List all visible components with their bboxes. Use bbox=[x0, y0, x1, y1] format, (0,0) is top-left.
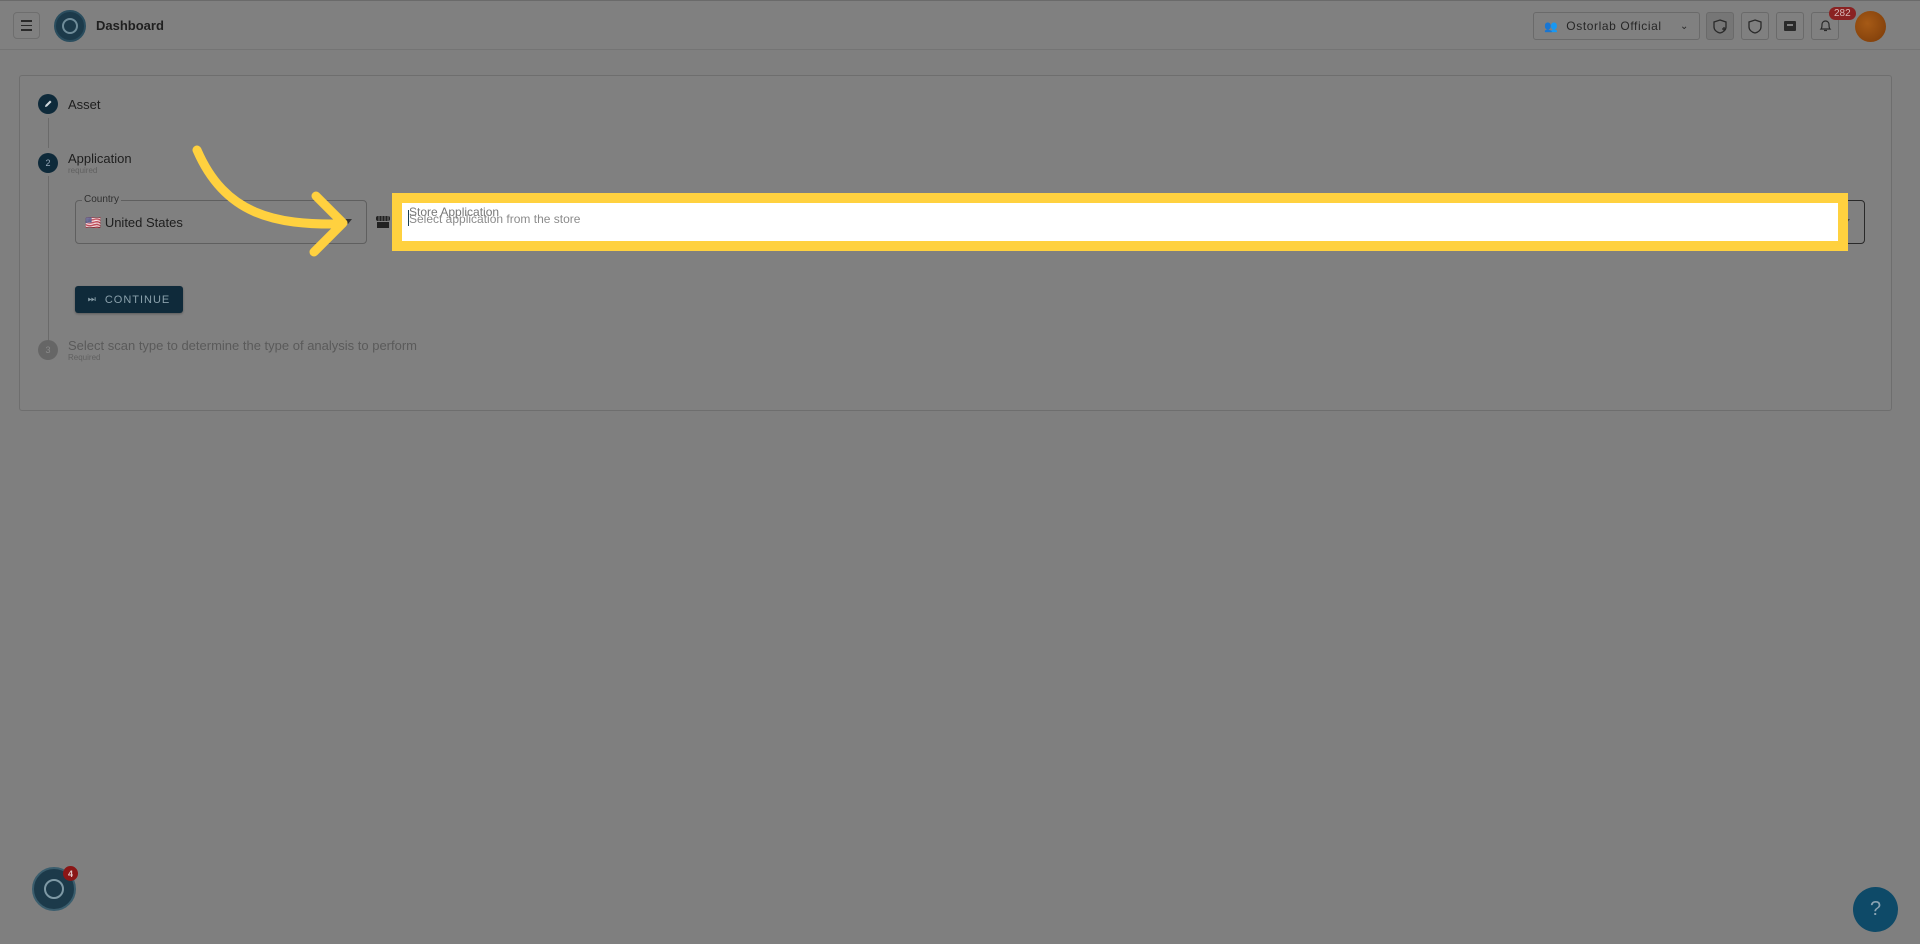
country-select[interactable]: Country 🇺🇸 United States bbox=[75, 194, 367, 244]
hamburger-icon bbox=[21, 19, 32, 33]
tickets-button[interactable] bbox=[1776, 12, 1804, 40]
notifications-badge: 282 bbox=[1829, 7, 1856, 20]
pencil-icon bbox=[45, 100, 52, 107]
continue-label: CONTINUE bbox=[104, 293, 171, 306]
store-application-input[interactable]: Store Application Select application fro… bbox=[402, 203, 1838, 241]
country-legend: Country bbox=[82, 194, 122, 205]
store-icon bbox=[375, 215, 391, 232]
ostorlab-logo[interactable] bbox=[54, 10, 86, 42]
user-avatar[interactable] bbox=[1855, 11, 1886, 42]
help-icon: ? bbox=[1869, 898, 1882, 920]
step-2-indicator: 2 bbox=[38, 153, 58, 173]
step-1-indicator bbox=[38, 94, 58, 114]
country-value-text: United States bbox=[104, 215, 183, 230]
security-button[interactable] bbox=[1741, 12, 1769, 40]
top-bar: Dashboard 👥 Ostorlab Official ⌄ 282 bbox=[0, 0, 1920, 50]
bell-icon bbox=[1819, 20, 1831, 32]
shield-icon bbox=[1748, 18, 1762, 34]
country-value: 🇺🇸 United States bbox=[85, 215, 183, 231]
step-2-sub: required bbox=[68, 166, 98, 175]
ticket-icon bbox=[1784, 21, 1796, 31]
page-title: Dashboard bbox=[96, 18, 164, 33]
group-icon: 👥 bbox=[1544, 20, 1559, 33]
us-flag-icon: 🇺🇸 bbox=[85, 215, 102, 230]
menu-button[interactable] bbox=[13, 12, 40, 39]
step-connector bbox=[48, 176, 49, 341]
highlight-annotation: Store Application Select application fro… bbox=[392, 193, 1848, 251]
help-button[interactable]: ? bbox=[1853, 887, 1898, 932]
dropdown-caret-icon bbox=[344, 219, 352, 224]
step-3-sub: Required bbox=[68, 353, 101, 362]
new-scan-icon bbox=[1713, 18, 1727, 34]
new-scan-button[interactable] bbox=[1706, 12, 1734, 40]
assistant-badge: 4 bbox=[63, 866, 78, 881]
skip-next-icon: ⏭ bbox=[87, 294, 97, 304]
continue-button[interactable]: ⏭ CONTINUE bbox=[75, 286, 183, 313]
step-2-label: Application bbox=[68, 151, 132, 166]
step-1-label[interactable]: Asset bbox=[68, 97, 101, 112]
step-connector bbox=[48, 118, 49, 148]
step-3-indicator: 3 bbox=[38, 340, 58, 360]
step-3-label: Select scan type to determine the type o… bbox=[68, 338, 418, 353]
text-cursor bbox=[408, 210, 409, 226]
store-application-placeholder: Select application from the store bbox=[409, 212, 581, 226]
organization-select[interactable]: 👥 Ostorlab Official ⌄ bbox=[1533, 12, 1700, 40]
chevron-down-icon: ⌄ bbox=[1680, 20, 1689, 32]
organization-name: Ostorlab Official bbox=[1566, 19, 1662, 33]
